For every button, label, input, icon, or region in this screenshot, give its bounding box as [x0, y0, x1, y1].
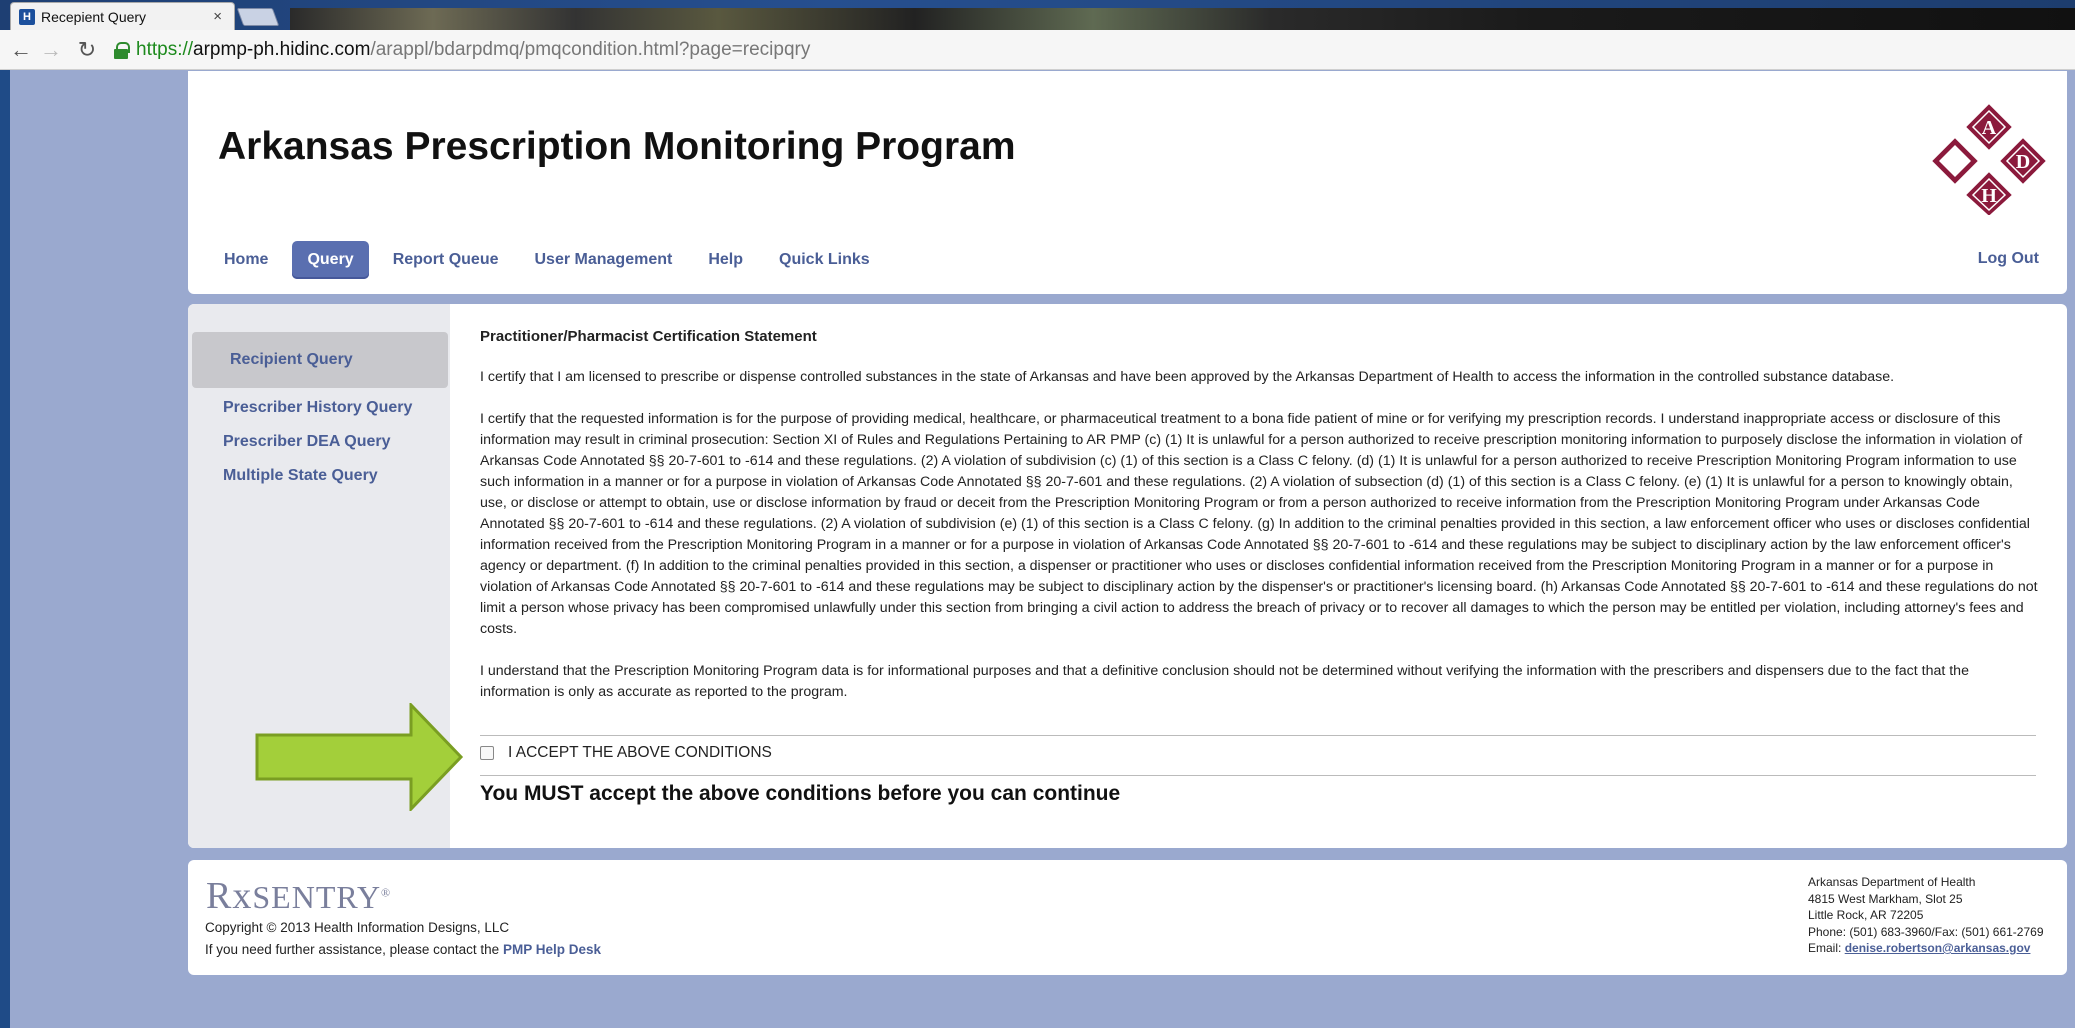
address-line: Phone: (501) 683-3960/Fax: (501) 661-276…: [1808, 924, 2044, 939]
address-bar: ← → ↻ https:// arpmp-ph.hidinc.com /arap…: [0, 30, 2075, 70]
email-link[interactable]: denise.robertson@arkansas.gov: [1845, 941, 2031, 955]
forward-arrow-icon[interactable]: →: [40, 37, 62, 63]
adh-logo-icon: A D H: [1932, 104, 2046, 215]
tab-title: Recepient Query: [41, 8, 147, 25]
logo-letter-a: A: [1982, 117, 1997, 139]
content-panel: Recipient Query Prescriber History Query…: [188, 304, 2067, 848]
nav-user-management[interactable]: User Management: [517, 241, 691, 279]
browser-tab[interactable]: H Recepient Query ×: [10, 2, 235, 30]
browser-tab-strip: H Recepient Query ×: [0, 0, 2075, 30]
rxsentry-logo-text: SENTRY: [252, 879, 382, 915]
address-line: Arkansas Department of Health: [1808, 875, 1976, 889]
nav-home[interactable]: Home: [206, 241, 286, 279]
certification-para-license: I certify that I am licensed to prescrib…: [480, 369, 1895, 385]
back-arrow-icon[interactable]: ←: [10, 37, 32, 63]
accept-conditions-label[interactable]: I ACCEPT THE ABOVE CONDITIONS: [508, 744, 772, 762]
nav-quick-links[interactable]: Quick Links: [761, 241, 888, 279]
certification-statement: Practitioner/Pharmacist Certification St…: [480, 326, 2040, 724]
pmp-help-desk-link[interactable]: PMP Help Desk: [503, 942, 601, 957]
site-header: Arkansas Prescription Monitoring Program…: [188, 71, 2067, 294]
nav-report-queue[interactable]: Report Queue: [375, 241, 517, 279]
lock-icon: [114, 41, 130, 59]
new-tab-button[interactable]: [236, 8, 280, 26]
must-accept-warning: You MUST accept the above conditions bef…: [480, 782, 1121, 805]
sidebar-item-prescriber-dea-query[interactable]: Prescriber DEA Query: [223, 433, 390, 451]
page-title: Arkansas Prescription Monitoring Program: [218, 125, 1016, 168]
desktop-background-strip: [290, 8, 2075, 30]
copyright-text: Copyright © 2013 Health Information Desi…: [205, 920, 510, 935]
url-host: arpmp-ph.hidinc.com: [193, 38, 371, 60]
window-edge: [0, 70, 10, 1028]
divider-bottom: [480, 775, 2036, 776]
rxsentry-logo: RxSENTRY®: [206, 875, 392, 917]
sidebar-item-prescriber-history-query[interactable]: Prescriber History Query: [223, 399, 412, 417]
email-line: Email: denise.robertson@arkansas.gov: [1808, 940, 2044, 957]
email-label: Email:: [1808, 941, 1845, 955]
site-footer: RxSENTRY® Copyright © 2013 Health Inform…: [188, 860, 2067, 975]
nav-query[interactable]: Query: [292, 241, 369, 279]
main-nav: Home Query Report Queue User Management …: [206, 239, 888, 281]
logo-letter-h: H: [1981, 185, 1997, 207]
certification-heading: Practitioner/Pharmacist Certification St…: [480, 328, 817, 345]
accept-conditions-row: I ACCEPT THE ABOVE CONDITIONS: [480, 744, 772, 762]
rxsentry-logo-prefix: Rx: [206, 875, 253, 917]
help-text-prefix: If you need further assistance, please c…: [205, 942, 503, 957]
help-text: If you need further assistance, please c…: [205, 942, 601, 957]
pointer-arrow-icon: [255, 703, 464, 811]
certification-para-legal: I certify that the requested information…: [480, 411, 2038, 637]
url-field[interactable]: https:// arpmp-ph.hidinc.com /arappl/bda…: [114, 35, 810, 65]
accept-conditions-checkbox[interactable]: [480, 746, 494, 760]
sidebar-item-multiple-state-query[interactable]: Multiple State Query: [223, 467, 378, 485]
url-path: /arappl/bdarpdmq/pmqcondition.html?page=…: [370, 38, 811, 60]
logo-letter-d: D: [2016, 151, 2030, 173]
close-icon[interactable]: ×: [213, 8, 222, 25]
contact-address: Arkansas Department of Health 4815 West …: [1808, 874, 2044, 957]
sidebar-item-recipient-query[interactable]: Recipient Query: [192, 332, 448, 388]
nav-help[interactable]: Help: [690, 241, 761, 279]
url-scheme: https://: [136, 38, 194, 60]
certification-para-data-accuracy: I understand that the Prescription Monit…: [480, 663, 1969, 700]
divider-top: [480, 735, 2036, 736]
logout-link[interactable]: Log Out: [1978, 250, 2039, 268]
address-line: 4815 West Markham, Slot 25: [1808, 891, 1963, 906]
site-favicon-icon: H: [19, 8, 35, 25]
address-line: Little Rock, AR 72205: [1808, 908, 1924, 922]
reload-icon[interactable]: ↻: [76, 37, 98, 63]
